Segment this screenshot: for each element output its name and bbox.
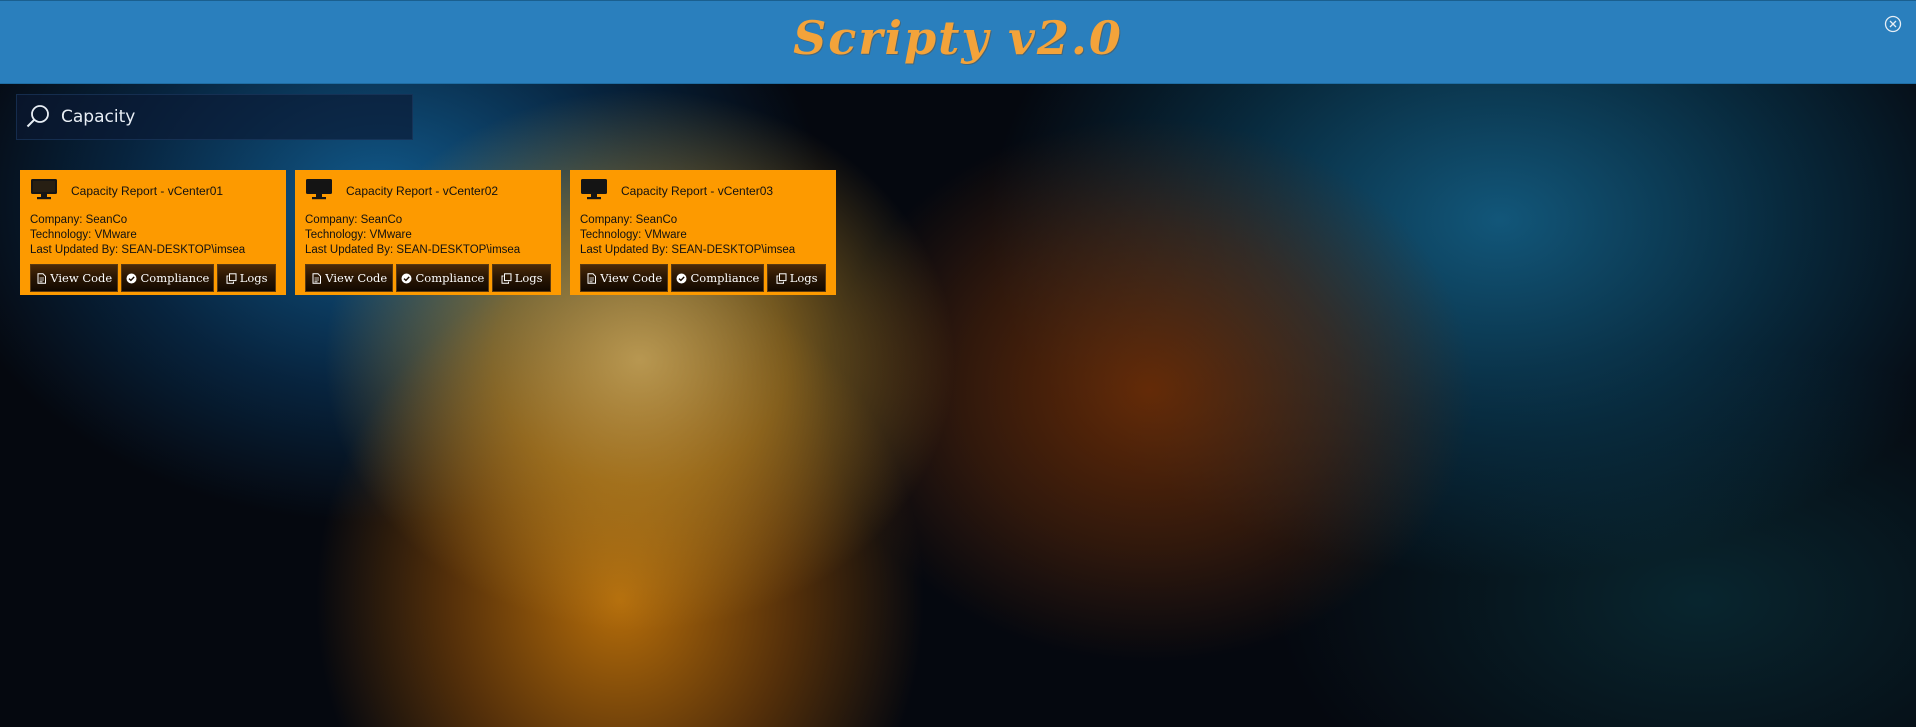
card-technology: Technology: VMware [580, 229, 687, 241]
check-circle-icon [676, 273, 687, 283]
view-code-button[interactable]: View Code [30, 264, 119, 292]
monitor-icon [30, 178, 71, 205]
card-company: Company: SeanCo [30, 214, 128, 226]
card-technology: Technology: VMware [30, 229, 137, 241]
copy-icon [501, 272, 512, 284]
script-card[interactable]: Capacity Report - vCenter01 Company: Sea… [20, 170, 286, 295]
compliance-button[interactable]: Compliance [396, 264, 490, 292]
view-code-button[interactable]: View Code [305, 264, 394, 292]
card-company: Company: SeanCo [305, 214, 403, 226]
card-title: Capacity Report - vCenter01 [71, 184, 224, 198]
card-title: Capacity Report - vCenter02 [346, 184, 499, 198]
logs-button[interactable]: Logs [767, 264, 826, 292]
check-circle-icon [401, 273, 412, 283]
monitor-icon [580, 178, 621, 205]
card-updated-by: Last Updated By: SEAN-DESKTOP\imsea [580, 244, 796, 256]
app-header: Scripty v2.0 [0, 0, 1916, 84]
compliance-button[interactable]: Compliance [671, 264, 765, 292]
close-circle-icon[interactable] [1884, 15, 1902, 33]
app-title: Scripty v2.0 [793, 11, 1123, 65]
check-circle-icon [126, 273, 137, 283]
card-updated-by: Last Updated By: SEAN-DESKTOP\imsea [30, 244, 246, 256]
search-bar [16, 94, 413, 140]
card-company: Company: SeanCo [580, 214, 678, 226]
copy-icon [776, 272, 787, 284]
document-icon [312, 272, 322, 284]
search-input[interactable] [55, 95, 405, 139]
card-updated-by: Last Updated By: SEAN-DESKTOP\imsea [305, 244, 521, 256]
document-icon [587, 272, 597, 284]
script-card[interactable]: Capacity Report - vCenter02 Company: Sea… [295, 170, 561, 295]
view-code-button[interactable]: View Code [580, 264, 669, 292]
copy-icon [226, 272, 237, 284]
search-icon [25, 104, 51, 130]
card-title: Capacity Report - vCenter03 [621, 184, 774, 198]
document-icon [37, 272, 47, 284]
logs-button[interactable]: Logs [217, 264, 276, 292]
compliance-button[interactable]: Compliance [121, 264, 215, 292]
monitor-icon [305, 178, 346, 205]
logs-button[interactable]: Logs [492, 264, 551, 292]
script-card[interactable]: Capacity Report - vCenter03 Company: Sea… [570, 170, 836, 295]
card-technology: Technology: VMware [305, 229, 412, 241]
